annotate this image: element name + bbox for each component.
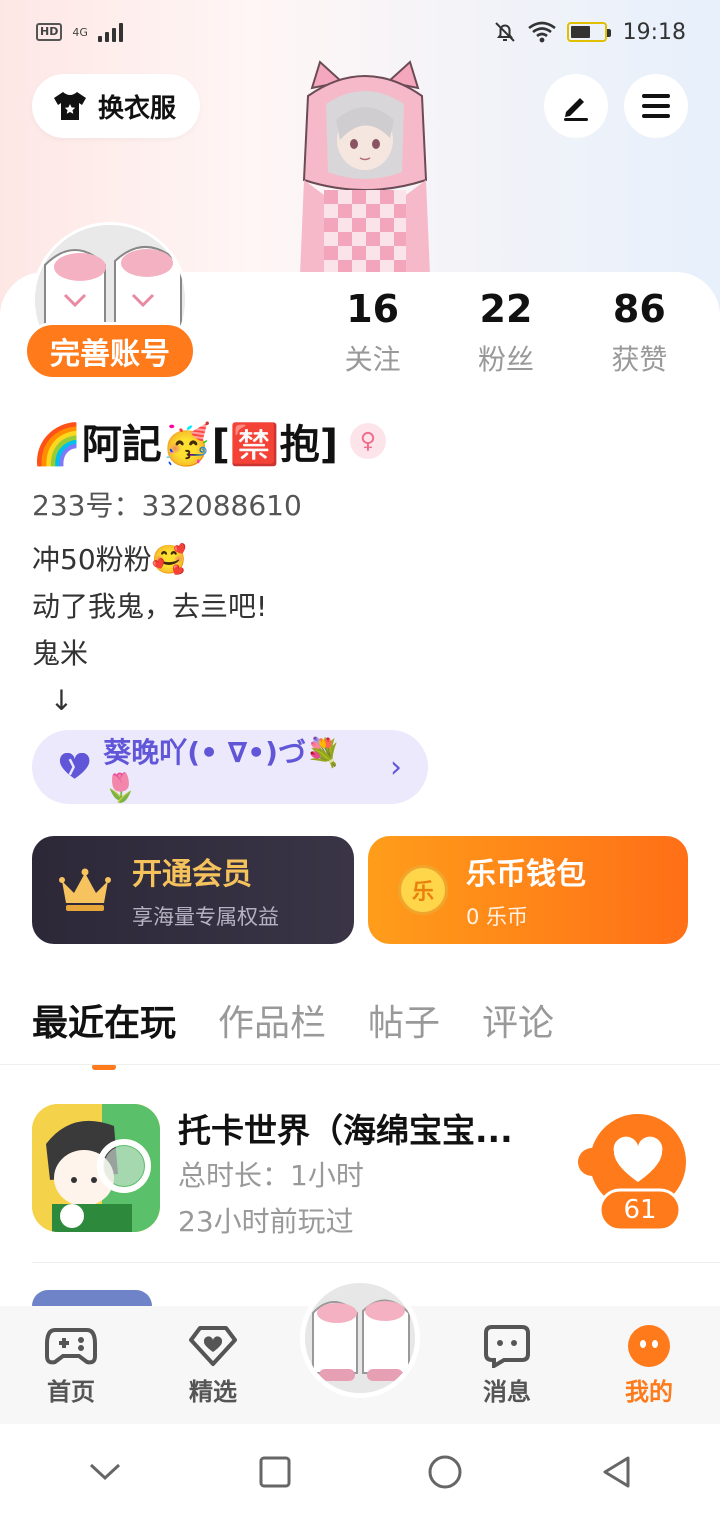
game-icon	[32, 1104, 160, 1232]
game-last-played: 23小时前玩过	[178, 1205, 354, 1238]
tshirt-icon	[54, 92, 86, 120]
bio-line: 动了我鬼，去亖吧!	[32, 590, 268, 623]
menu-icon	[642, 94, 670, 118]
tab-comments[interactable]: 评论	[482, 994, 554, 1046]
network-type: 4G	[72, 25, 88, 39]
followers-count: 22	[479, 287, 533, 331]
nav-home[interactable]: 首页	[16, 1324, 126, 1407]
tab-posts[interactable]: 帖子	[368, 994, 440, 1046]
face-icon	[628, 1324, 670, 1367]
wallet-title: 乐币钱包	[466, 857, 586, 892]
dress-up-label: 换衣服	[98, 93, 177, 124]
nav-me[interactable]: 我的	[594, 1324, 704, 1407]
coin-icon-char: 乐	[411, 880, 434, 905]
tab-divider	[0, 1064, 720, 1065]
guardian-name: 葵晚吖(• ∇•)づ💐🌷	[103, 735, 341, 804]
menu-button[interactable]	[624, 74, 688, 138]
dress-up-button[interactable]: 换衣服	[32, 74, 201, 138]
heart-icon	[59, 753, 90, 779]
system-navigation-bar	[0, 1424, 720, 1520]
likes-stat[interactable]: 86 获赞	[573, 284, 706, 378]
likes-label: 获赞	[611, 343, 668, 376]
bio: 冲50粉粉🥰 动了我鬼，去亖吧! 鬼米 ↓	[32, 536, 267, 724]
status-bar: HD 4G 19:18	[0, 0, 720, 64]
game-duration: 总时长：1小时	[178, 1159, 364, 1192]
nav-home-label: 首页	[47, 1377, 95, 1406]
game-title: 托卡世界（海绵宝宝...	[178, 1111, 513, 1150]
gamepad-icon	[45, 1327, 97, 1364]
profile-stats: 16 关注 22 粉丝 86 获赞	[306, 284, 706, 378]
nav-me-label: 我的	[625, 1377, 673, 1406]
game-like-button[interactable]: 61	[578, 1112, 698, 1232]
nav-messages-label: 消息	[483, 1377, 531, 1406]
tab-recently-played[interactable]: 最近在玩	[32, 994, 176, 1046]
home-icon[interactable]	[427, 1454, 463, 1490]
followers-stat[interactable]: 22 粉丝	[439, 284, 572, 378]
user-id[interactable]: 233号：332088610	[32, 484, 302, 524]
bio-line: 冲50粉粉🥰	[32, 543, 187, 576]
avatar-character-image[interactable]	[290, 60, 440, 275]
female-icon: ♀	[349, 423, 386, 459]
nav-center-avatar[interactable]	[300, 1278, 420, 1398]
coin-icon: 乐	[398, 865, 448, 915]
following-label: 关注	[344, 343, 401, 376]
signal-icon	[97, 22, 123, 42]
recent-apps-icon[interactable]	[259, 1456, 291, 1488]
nickname-text: 🌈阿記🥳[🈲抱]	[32, 422, 338, 468]
nav-featured-label: 精选	[189, 1377, 237, 1406]
guardian-pill[interactable]: 葵晚吖(• ∇•)づ💐🌷 ›	[32, 730, 428, 804]
chevron-down-icon[interactable]	[88, 1461, 122, 1483]
wifi-icon	[527, 21, 556, 43]
hd-badge: HD	[36, 23, 63, 41]
mute-bell-icon	[494, 22, 515, 42]
wallet-balance: 0 乐币	[466, 905, 529, 929]
bio-line: ↓	[32, 684, 74, 717]
chevron-right-icon: ›	[390, 749, 402, 785]
battery-icon	[566, 22, 611, 42]
wallet-card[interactable]: 乐 乐币钱包 0 乐币	[368, 836, 688, 944]
likes-count: 86	[612, 287, 666, 331]
heart-diamond-icon	[189, 1325, 237, 1366]
nickname: 🌈阿記🥳[🈲抱] ♀	[32, 412, 386, 470]
complete-account-button[interactable]: 完善账号	[24, 322, 196, 380]
nav-featured[interactable]: 精选	[158, 1324, 268, 1407]
following-stat[interactable]: 16 关注	[306, 284, 439, 378]
following-count: 16	[346, 287, 400, 331]
clock: 19:18	[622, 19, 686, 45]
like-count: 61	[623, 1195, 657, 1225]
edit-profile-button[interactable]	[544, 74, 608, 138]
vip-card[interactable]: 开通会员 享海量专属权益	[32, 836, 354, 944]
vip-subtitle: 享海量专属权益	[132, 905, 279, 929]
chat-icon	[484, 1324, 530, 1368]
bio-line: 鬼米	[32, 637, 89, 670]
crown-icon	[59, 868, 111, 911]
list-divider	[32, 1262, 720, 1263]
back-icon[interactable]	[600, 1455, 632, 1489]
pen-icon	[564, 98, 588, 121]
list-item[interactable]: 托卡世界（海绵宝宝... 总时长：1小时 23小时前玩过 61	[32, 1104, 720, 1238]
followers-label: 粉丝	[477, 343, 534, 376]
profile-tabs: 最近在玩 作品栏 帖子 评论	[32, 994, 554, 1046]
vip-title: 开通会员	[132, 857, 252, 892]
tab-works[interactable]: 作品栏	[218, 994, 326, 1046]
avatar-thumbnail	[305, 1283, 415, 1393]
nav-messages[interactable]: 消息	[452, 1324, 562, 1407]
